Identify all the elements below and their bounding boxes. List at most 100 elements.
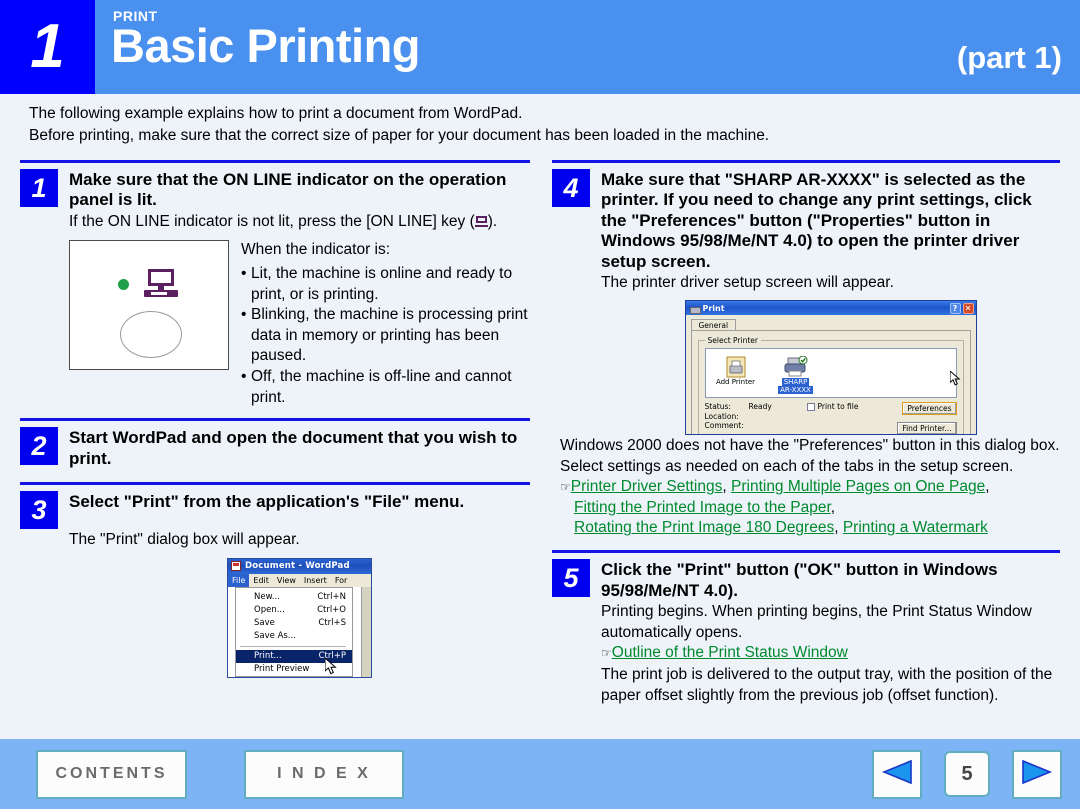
list-item: • Lit, the machine is online and ready t… [241, 264, 530, 305]
contents-button[interactable]: CONTENTS [36, 749, 187, 799]
step-4-badge: 4 [552, 168, 590, 207]
step-5-body-2: The print job is delivered to the output… [601, 666, 1053, 704]
wordpad-menu-bar[interactable]: File Edit View Insert For [228, 573, 371, 587]
print-dialog-title-bar: Print ? ✕ [685, 301, 976, 316]
printer-sharp-ar-xxxx[interactable]: SHARP AR-XXXX [774, 354, 818, 395]
header-part-label: (part 1) [956, 40, 1062, 75]
chapter-number: 1 [30, 12, 65, 81]
step-divider [20, 418, 530, 422]
intro-line-2: Before printing, make sure that the corr… [29, 127, 770, 145]
menu-view[interactable]: View [273, 574, 300, 587]
step-divider [20, 482, 530, 486]
link-printer-driver-settings[interactable]: Printer Driver Settings [571, 478, 723, 495]
menu-item-shortcut: Ctrl+N [317, 592, 346, 603]
left-column: 1 Make sure that the ON LINE indicator o… [20, 152, 540, 707]
print-dialog-figure-row: Print ? ✕ General Select Printer Add Pri… [552, 300, 1060, 436]
step-2: 2 Start WordPad and open the document th… [20, 418, 530, 469]
step-1: 1 Make sure that the ON LINE indicator o… [20, 159, 530, 409]
add-printer-label: Add Printer [715, 378, 756, 387]
online-led-indicator-icon [118, 279, 129, 291]
printer-status-info: Status: Ready Location: Comment: [704, 402, 807, 434]
link-printing-multiple-pages[interactable]: Printing Multiple Pages on One Page [731, 478, 985, 495]
online-key-icon [144, 269, 178, 299]
find-printer-button[interactable]: Find Printer... [897, 422, 957, 435]
wordpad-scrollbar[interactable] [361, 586, 371, 677]
wordpad-icon [231, 561, 241, 572]
page-header: 1 PRINT Basic Printing (part 1) [0, 0, 1080, 94]
list-item: • Blinking, the machine is processing pr… [241, 305, 530, 367]
previous-page-button[interactable] [872, 749, 922, 799]
step-3-badge: 3 [20, 491, 58, 530]
sharp-printer-label: SHARP AR-XXXX [774, 378, 818, 395]
pointing-hand-icon: ☞ [601, 646, 612, 661]
print-to-file-checkbox[interactable]: Print to file [806, 402, 859, 412]
location-label: Location: [704, 411, 739, 421]
menu-item-label: New... [254, 592, 280, 603]
select-printer-group: Select Printer Add Printer SHARP AR-XXXX… [697, 336, 964, 435]
step-3: 3 Select "Print" from the application's … [20, 482, 530, 678]
step-4-links: ☞Printer Driver Settings, Printing Multi… [560, 478, 990, 537]
menu-file[interactable]: File [228, 573, 250, 587]
pointing-hand-icon: ☞ [560, 480, 571, 495]
menu-separator [240, 645, 346, 647]
checkbox-icon[interactable] [806, 402, 815, 411]
link-outline-print-status-window[interactable]: Outline of the Print Status Window [612, 644, 848, 661]
step-1-body: If the ON LINE indicator is not lit, pre… [20, 212, 530, 233]
wordpad-figure-row: Document - WordPad File Edit View Insert… [20, 557, 530, 678]
help-icon[interactable]: ? [949, 302, 961, 314]
menu-item-label: Save As... [254, 631, 296, 642]
indicator-state-off: Off, the machine is off-line and cannot … [251, 368, 512, 406]
page-number-display: 5 [944, 751, 990, 797]
step-4-note: Windows 2000 does not have the "Preferen… [560, 437, 1060, 475]
link-rotating-print-image[interactable]: Rotating the Print Image 180 Degrees [574, 519, 834, 536]
intro-line-1: The following example explains how to pr… [29, 105, 523, 122]
sharp-printer-icon [774, 354, 818, 378]
menu-insert[interactable]: Insert [300, 574, 331, 587]
online-key-monitor-icon [474, 215, 488, 227]
panel-button-outline [120, 311, 182, 359]
print-to-file-label: Print to file [817, 402, 859, 412]
step-3-title: Select "Print" from the application's "F… [69, 492, 465, 512]
step-5: 5 Click the "Print" button ("OK" button … [552, 550, 1060, 706]
menu-item-label: Save [254, 618, 275, 629]
printer-add-printer[interactable]: Add Printer [714, 354, 758, 392]
sharp-printer-name-line2: AR-XXXX [778, 386, 813, 395]
menu-edit[interactable]: Edit [249, 574, 273, 587]
menu-item-new[interactable]: New... Ctrl+N [236, 591, 352, 604]
wordpad-window: Document - WordPad File Edit View Insert… [227, 557, 372, 678]
step-5-link-line: ☞Outline of the Print Status Window [552, 643, 1060, 664]
add-printer-icon [714, 354, 758, 378]
bullet-dot-icon: • [241, 264, 247, 282]
link-fitting-printed-image[interactable]: Fitting the Printed Image to the Paper [574, 499, 831, 516]
wordpad-client-area: New... Ctrl+N Open... Ctrl+O Save Ctrl+S [228, 586, 371, 677]
next-page-button[interactable] [1012, 749, 1062, 799]
print-dialog-general-pane: Select Printer Add Printer SHARP AR-XXXX… [690, 330, 971, 435]
menu-item-save-as[interactable]: Save As... [236, 630, 352, 643]
index-button[interactable]: I N D E X [244, 749, 404, 799]
select-printer-label: Select Printer [704, 336, 761, 346]
close-icon[interactable]: ✕ [962, 302, 974, 314]
intro-paragraph: The following example explains how to pr… [0, 94, 1080, 148]
step-4: 4 Make sure that "SHARP AR-XXXX" is sele… [552, 159, 1060, 539]
menu-format[interactable]: For [331, 574, 352, 587]
indicator-state-list: When the indicator is: • Lit, the machin… [229, 240, 530, 408]
menu-item-save[interactable]: Save Ctrl+S [236, 617, 352, 630]
printer-list[interactable]: Add Printer SHARP AR-XXXX [704, 348, 957, 399]
comment-label: Comment: [704, 421, 744, 431]
step-2-badge: 2 [20, 427, 58, 466]
link-printing-watermark[interactable]: Printing a Watermark [843, 519, 988, 536]
right-column: 4 Make sure that "SHARP AR-XXXX" is sele… [540, 152, 1060, 707]
content-columns: 1 Make sure that the ON LINE indicator o… [0, 152, 1080, 707]
mouse-cursor-icon [949, 369, 962, 389]
step-1-body-text-a: If the ON LINE indicator is not lit, pre… [69, 212, 475, 230]
indicator-state-lead: When the indicator is: [241, 241, 391, 259]
status-label: Status: [704, 402, 731, 412]
previous-page-arrow-icon [881, 758, 913, 791]
menu-item-open[interactable]: Open... Ctrl+O [236, 604, 352, 617]
footer-navigation-bar: CONTENTS I N D E X 5 [0, 739, 1080, 809]
menu-item-label: Print Preview [254, 664, 310, 675]
preferences-button[interactable]: Preferences [902, 402, 957, 416]
print-dialog-window: Print ? ✕ General Select Printer Add Pri… [684, 300, 977, 436]
wordpad-title-bar: Document - WordPad [228, 558, 371, 574]
list-item: • Off, the machine is off-line and canno… [241, 367, 530, 408]
